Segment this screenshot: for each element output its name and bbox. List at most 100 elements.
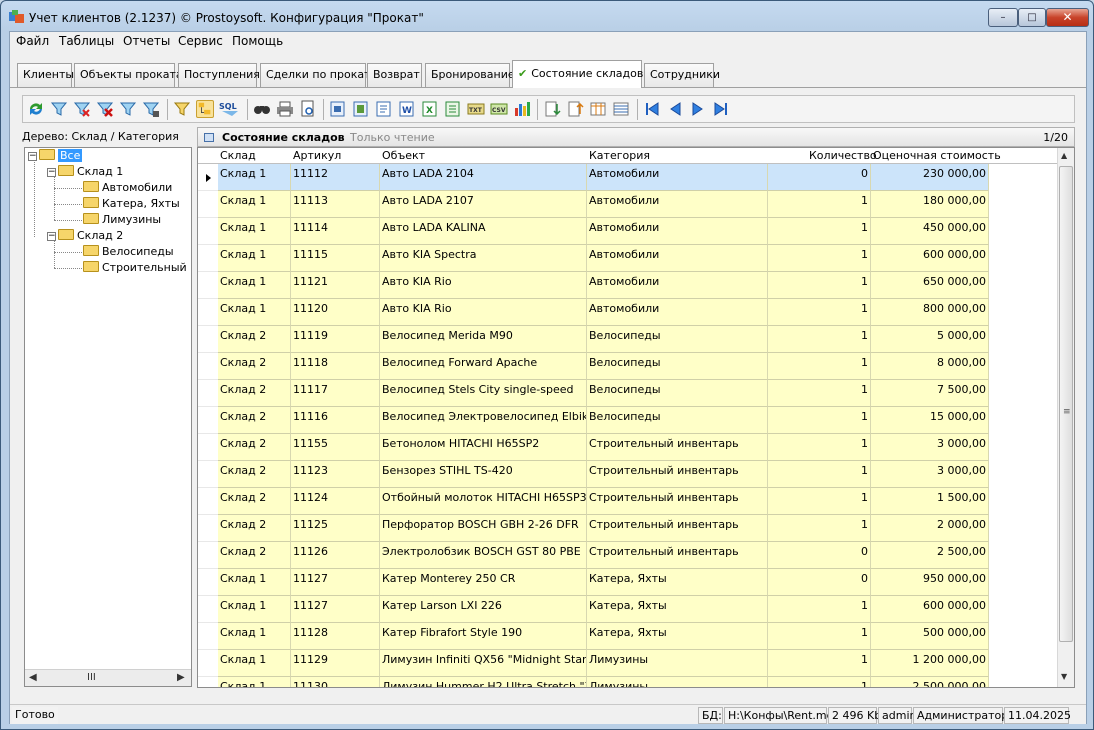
cell-quantity[interactable]: 1 bbox=[768, 623, 871, 650]
cell-value[interactable]: 5 000,00 bbox=[871, 326, 989, 353]
filter-icon[interactable] bbox=[50, 100, 68, 118]
cell-value[interactable]: 180 000,00 bbox=[871, 191, 989, 218]
scroll-thumb[interactable]: ≡ bbox=[1059, 166, 1073, 642]
cell-object[interactable]: Катер Monterey 250 CR bbox=[380, 569, 587, 596]
table-row[interactable]: Склад 1 11114 Авто LADA KALINA Автомобили 1 4… bbox=[198, 218, 1058, 245]
cell-quantity[interactable]: 1 bbox=[768, 677, 871, 687]
filter-clear-icon[interactable] bbox=[73, 100, 91, 118]
tree-node-warehouse-1[interactable]: − Склад 1 bbox=[47, 165, 123, 180]
cell-category[interactable]: Строительный инвентарь bbox=[587, 515, 768, 542]
cell-article[interactable]: 11118 bbox=[291, 353, 380, 380]
collapse-icon[interactable]: − bbox=[28, 152, 37, 161]
table-row[interactable]: Склад 1 11113 Авто LADA 2107 Автомобили 1 180… bbox=[198, 191, 1058, 218]
cell-quantity[interactable]: 1 bbox=[768, 218, 871, 245]
title-bar[interactable]: Учет клиентов (2.1237) © Prostoysoft. Ко… bbox=[1, 1, 1093, 31]
cell-warehouse[interactable]: Склад 1 bbox=[218, 218, 291, 245]
cell-object[interactable]: Лимузин Hummer H2 Ultra Stretch "XXL" bbox=[380, 677, 587, 687]
cell-category[interactable]: Велосипеды bbox=[587, 326, 768, 353]
cell-article[interactable]: 11129 bbox=[291, 650, 380, 677]
cell-value[interactable]: 2 500 000,00 bbox=[871, 677, 989, 687]
cell-value[interactable]: 650 000,00 bbox=[871, 272, 989, 299]
cell-article[interactable]: 11155 bbox=[291, 434, 380, 461]
close-button[interactable]: ✕ bbox=[1046, 8, 1089, 27]
tab-employees[interactable]: Сотрудники bbox=[644, 63, 720, 87]
row-indicator[interactable] bbox=[198, 650, 218, 677]
cell-category[interactable]: Велосипеды bbox=[587, 407, 768, 434]
table-row[interactable]: Склад 1 11127 Катер Larson LXI 226 Катера, … bbox=[198, 596, 1058, 623]
menu-service[interactable]: Сервис bbox=[178, 34, 223, 48]
table-row[interactable]: Склад 1 11129 Лимузин Infiniti QX56 "Midni… bbox=[198, 650, 1058, 677]
table-row[interactable]: Склад 2 11123 Бензорез STIHL TS-420 Строите… bbox=[198, 461, 1058, 488]
cell-value[interactable]: 500 000,00 bbox=[871, 623, 989, 650]
row-indicator[interactable] bbox=[198, 434, 218, 461]
cell-warehouse[interactable]: Склад 1 bbox=[218, 569, 291, 596]
cell-object[interactable]: Катер Fibrafort Style 190 bbox=[380, 623, 587, 650]
find-icon[interactable] bbox=[253, 100, 271, 118]
cell-warehouse[interactable]: Склад 1 bbox=[218, 299, 291, 326]
tab-rental-objects[interactable]: Объекты проката bbox=[74, 63, 183, 87]
cell-object[interactable]: Бензорез STIHL TS-420 bbox=[380, 461, 587, 488]
cell-article[interactable]: 11116 bbox=[291, 407, 380, 434]
cell-article[interactable]: 11119 bbox=[291, 326, 380, 353]
cell-warehouse[interactable]: Склад 2 bbox=[218, 461, 291, 488]
cell-category[interactable]: Строительный инвентарь bbox=[587, 461, 768, 488]
tree-icon[interactable] bbox=[196, 100, 214, 118]
tab-returns[interactable]: Возврат bbox=[367, 63, 422, 87]
cell-value[interactable]: 15 000,00 bbox=[871, 407, 989, 434]
first-record-icon[interactable] bbox=[643, 100, 661, 118]
cell-object[interactable]: Отбойный молоток HITACHI H65SP3 bbox=[380, 488, 587, 515]
export-3-icon[interactable] bbox=[375, 100, 393, 118]
cell-value[interactable]: 230 000,00 bbox=[871, 164, 989, 191]
cell-article[interactable]: 11113 bbox=[291, 191, 380, 218]
export-excel-icon[interactable]: X bbox=[421, 100, 439, 118]
export-2-icon[interactable] bbox=[352, 100, 370, 118]
cell-quantity[interactable]: 1 bbox=[768, 488, 871, 515]
cell-object[interactable]: Катер Larson LXI 226 bbox=[380, 596, 587, 623]
cell-value[interactable]: 8 000,00 bbox=[871, 353, 989, 380]
cell-warehouse[interactable]: Склад 1 bbox=[218, 245, 291, 272]
tree-hscrollbar[interactable]: ◀ III ▶ bbox=[25, 669, 191, 686]
cell-article[interactable]: 11123 bbox=[291, 461, 380, 488]
cell-warehouse[interactable]: Склад 2 bbox=[218, 434, 291, 461]
cell-object[interactable]: Авто KIA Rio bbox=[380, 272, 587, 299]
table-row[interactable]: Склад 1 11130 Лимузин Hummer H2 Ultra Stre… bbox=[198, 677, 1058, 687]
cell-warehouse[interactable]: Склад 2 bbox=[218, 326, 291, 353]
table-row[interactable]: Склад 1 11115 Авто KIA Spectra Автомобили 1 6… bbox=[198, 245, 1058, 272]
cell-object[interactable]: Авто LADA 2107 bbox=[380, 191, 587, 218]
cell-warehouse[interactable]: Склад 1 bbox=[218, 650, 291, 677]
cell-quantity[interactable]: 1 bbox=[768, 326, 871, 353]
cell-article[interactable]: 11124 bbox=[291, 488, 380, 515]
cell-warehouse[interactable]: Склад 2 bbox=[218, 542, 291, 569]
cell-object[interactable]: Бетонолом HITACHI H65SP2 bbox=[380, 434, 587, 461]
table-row[interactable]: Склад 1 11128 Катер Fibrafort Style 190 Кат… bbox=[198, 623, 1058, 650]
cell-article[interactable]: 11125 bbox=[291, 515, 380, 542]
menu-tables[interactable]: Таблицы bbox=[59, 34, 114, 48]
table-row[interactable]: Склад 1 11120 Авто KIA Rio Автомобили 1 800 0… bbox=[198, 299, 1058, 326]
cell-value[interactable]: 3 000,00 bbox=[871, 461, 989, 488]
row-indicator[interactable] bbox=[198, 299, 218, 326]
cell-object[interactable]: Авто KIA Spectra bbox=[380, 245, 587, 272]
cell-warehouse[interactable]: Склад 2 bbox=[218, 380, 291, 407]
cell-quantity[interactable]: 1 bbox=[768, 272, 871, 299]
row-indicator[interactable] bbox=[198, 326, 218, 353]
cell-warehouse[interactable]: Склад 1 bbox=[218, 272, 291, 299]
cell-warehouse[interactable]: Склад 1 bbox=[218, 596, 291, 623]
cell-object[interactable]: Лимузин Infiniti QX56 "Midnight Star" bbox=[380, 650, 587, 677]
table-row[interactable]: Склад 1 11127 Катер Monterey 250 CR Катера,… bbox=[198, 569, 1058, 596]
cell-category[interactable]: Катера, Яхты bbox=[587, 623, 768, 650]
scroll-right-icon[interactable]: ▶ bbox=[177, 672, 185, 683]
cell-value[interactable]: 950 000,00 bbox=[871, 569, 989, 596]
column-header-warehouse[interactable]: Склад bbox=[220, 149, 256, 162]
column-header-category[interactable]: Категория bbox=[589, 149, 650, 162]
cell-category[interactable]: Автомобили bbox=[587, 299, 768, 326]
row-indicator[interactable] bbox=[198, 407, 218, 434]
cell-quantity[interactable]: 0 bbox=[768, 569, 871, 596]
scroll-down-icon[interactable]: ▼ bbox=[1061, 672, 1067, 681]
cell-warehouse[interactable]: Склад 1 bbox=[218, 677, 291, 687]
table-row[interactable]: Склад 1 11121 Авто KIA Rio Автомобили 1 650 0… bbox=[198, 272, 1058, 299]
menu-file[interactable]: Файл bbox=[16, 34, 49, 48]
cell-category[interactable]: Лимузины bbox=[587, 677, 768, 687]
cell-quantity[interactable]: 1 bbox=[768, 434, 871, 461]
cell-category[interactable]: Велосипеды bbox=[587, 353, 768, 380]
row-indicator[interactable] bbox=[198, 380, 218, 407]
